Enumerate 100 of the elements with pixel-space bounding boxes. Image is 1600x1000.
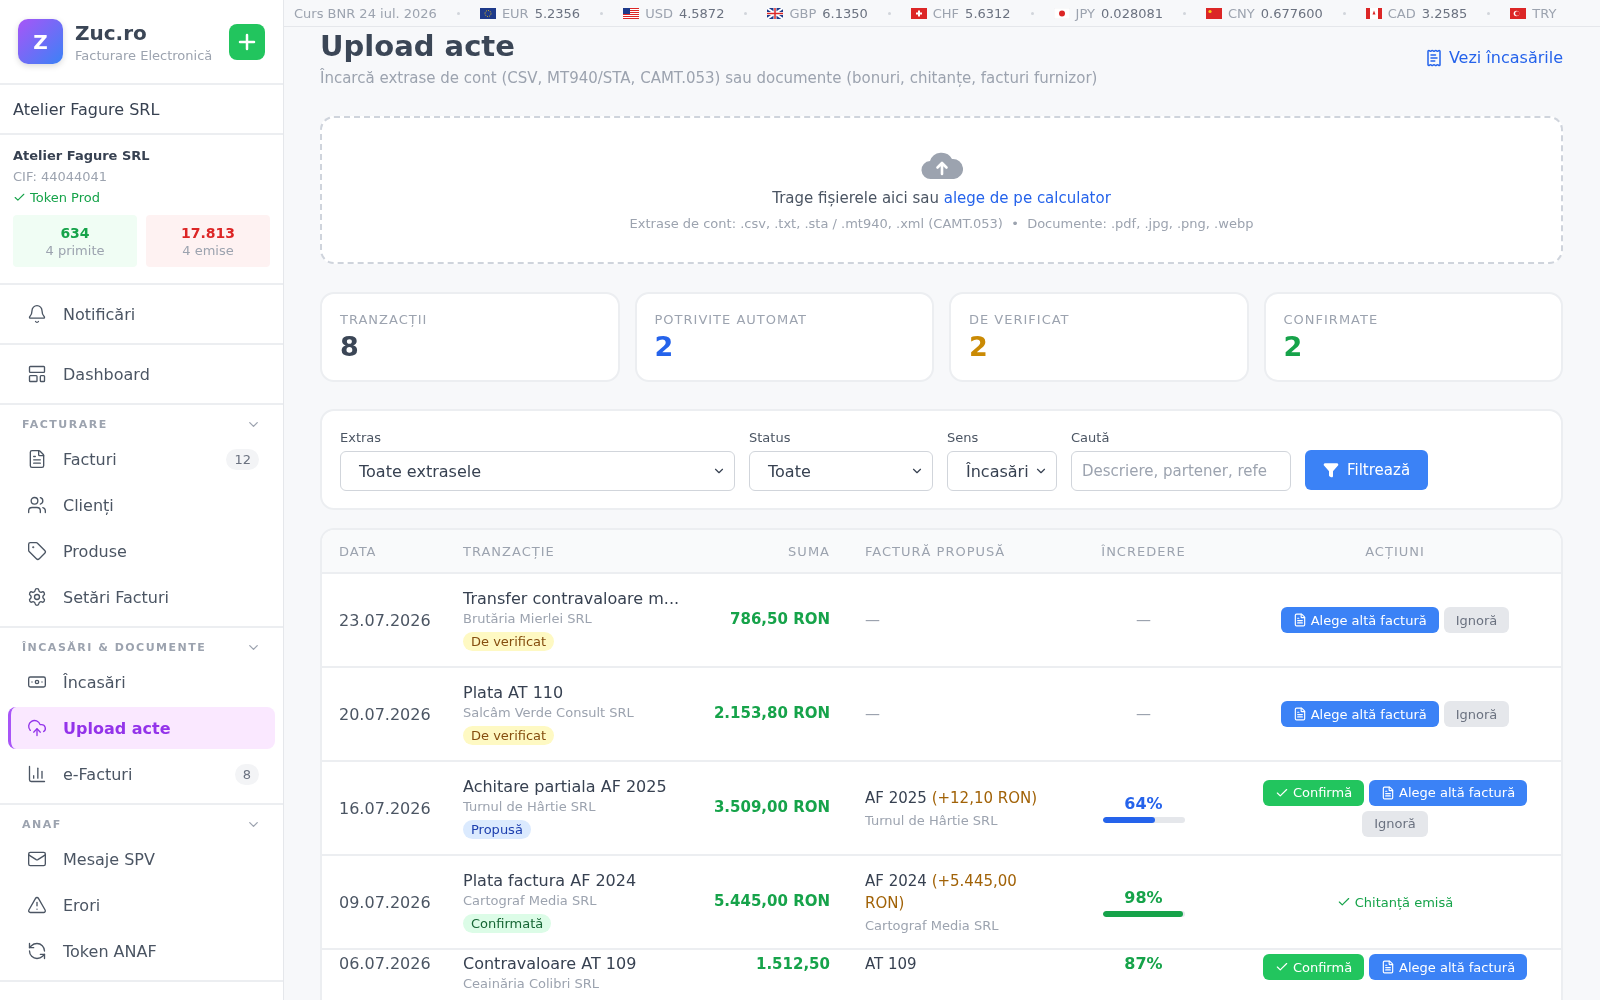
- exchange-rate: 5.6312: [965, 5, 1011, 21]
- select-field[interactable]: Toate extrasele: [340, 451, 735, 491]
- section-title: ANAF: [22, 818, 62, 831]
- confidence-value: 64%: [1124, 793, 1163, 813]
- stat-label: TRANZACȚII: [340, 312, 429, 327]
- check-icon: [13, 191, 26, 204]
- settings-icon: [27, 587, 47, 607]
- choose-invoice-button[interactable]: Alege altă factură: [1369, 779, 1528, 806]
- mail-icon: [27, 849, 47, 869]
- nav-item[interactable]: Facturi 12: [8, 438, 275, 480]
- empty-value: —: [865, 705, 881, 723]
- bar-chart-icon: [27, 764, 47, 784]
- invoice-partner: Cartograf Media SRL: [865, 917, 1000, 933]
- receipt-icon: [1424, 48, 1443, 67]
- flag-icon: [479, 7, 496, 19]
- flag-icon: [1053, 7, 1070, 19]
- stat-value: 2: [969, 331, 989, 362]
- choose-invoice-button[interactable]: Alege altă factură: [1280, 701, 1439, 727]
- choose-invoice-button[interactable]: Alege altă factură: [1280, 607, 1439, 633]
- nav-item[interactable]: Setări Facturi: [8, 576, 275, 618]
- status-badge: Propusă: [463, 820, 531, 839]
- ignore-button[interactable]: Ignoră: [1443, 607, 1510, 633]
- date-cell-text: 06.07.2026: [339, 954, 432, 973]
- dashboard-icon: [27, 364, 47, 384]
- refresh-icon: [27, 941, 47, 961]
- stat-value: 2: [1283, 331, 1304, 362]
- stat-label: CONFIRMATE: [1283, 312, 1380, 327]
- ignore-button[interactable]: Ignoră: [1362, 810, 1428, 837]
- section-title: ÎNCASĂRI & DOCUMENTE: [22, 641, 207, 654]
- currency-code: TRY: [1532, 5, 1557, 21]
- receipt-status: Chitanță emisă: [1354, 894, 1454, 910]
- document-icon: [1292, 613, 1307, 627]
- exchange-rate: 4.5872: [678, 5, 725, 21]
- status-badge: De verificat: [463, 726, 555, 745]
- flag-icon: [1365, 7, 1382, 19]
- browse-link[interactable]: alege de pe calculator: [943, 188, 1111, 207]
- flag-icon: [623, 7, 640, 19]
- filter-icon: [1323, 461, 1339, 478]
- app-logo: Z: [18, 19, 63, 64]
- received-value: 634: [60, 224, 90, 241]
- empty-value: —: [1136, 705, 1151, 723]
- currency-code: EUR: [501, 5, 529, 21]
- stat-value: 2: [654, 331, 675, 362]
- invoice-partner: Turnul de Hârtie SRL: [865, 812, 999, 828]
- empty-value: —: [865, 611, 881, 629]
- cloud-upload-icon: [27, 718, 47, 738]
- nav-item[interactable]: Erori: [8, 884, 275, 926]
- company-selector[interactable]: Atelier Fagure SRL: [0, 85, 283, 135]
- invoice-number: AF 2025 (+12,10 RON): [865, 788, 1039, 810]
- currency-code: USD: [645, 5, 673, 21]
- dropzone-instruction: Trage fișierele aici sau alege de pe calculator: [772, 188, 1111, 207]
- nav-item[interactable]: Mesaje SPV: [8, 838, 275, 880]
- search-field[interactable]: Descriere, partener, refe: [1071, 451, 1291, 491]
- nav-item[interactable]: Încasări: [8, 661, 275, 703]
- nav-item[interactable]: Clienți: [8, 484, 275, 526]
- field-label: Status: [749, 430, 792, 445]
- select-field[interactable]: Încasări: [947, 451, 1057, 491]
- nav-item[interactable]: Upload acte: [8, 707, 275, 749]
- transaction-partner: Cartograf Media SRL: [463, 893, 597, 908]
- company-name: Atelier Fagure SRL: [13, 148, 151, 163]
- brand-name: Zuc.ro: [75, 20, 148, 45]
- check-icon: [1336, 895, 1351, 909]
- invoice-number: AF 2024 (+5.445,00 RON): [865, 871, 1018, 914]
- tag-icon: [27, 541, 47, 561]
- transaction-title: Contravaloare AT 109: [463, 954, 637, 973]
- transaction-title: Plata AT 110: [463, 683, 564, 702]
- ignore-button[interactable]: Ignoră: [1443, 701, 1510, 727]
- amount-cell: 2.153,80 RON: [713, 703, 830, 725]
- date-cell-text: 20.07.2026: [339, 704, 432, 724]
- column-header: DATA: [339, 543, 378, 559]
- warning-icon: [27, 895, 47, 915]
- nav-item[interactable]: Notificări: [8, 293, 275, 335]
- transaction-partner: Salcâm Verde Consult SRL: [463, 705, 634, 720]
- nav-item[interactable]: Token ANAF: [8, 930, 275, 972]
- issued-label: 4 emise: [182, 242, 234, 258]
- transaction-title: Plata factura AF 2024: [463, 871, 637, 890]
- exchange-rate: 6.1350: [822, 5, 868, 21]
- receipts-link[interactable]: Vezi încasările: [1424, 48, 1563, 67]
- field-label: Sens: [947, 430, 980, 445]
- brand-tagline: Facturare Electronică: [75, 47, 214, 63]
- choose-invoice-button[interactable]: Alege altă factură: [1369, 954, 1528, 980]
- filter-button[interactable]: Filtrează: [1305, 449, 1429, 490]
- currency-code: CAD: [1387, 5, 1416, 21]
- page-title: Upload acte: [320, 29, 516, 63]
- date-cell-text: 09.07.2026: [339, 892, 432, 912]
- select-field[interactable]: Toate: [749, 451, 933, 491]
- nav-item[interactable]: e-Facturi 8: [8, 753, 275, 795]
- stat-label: DE VERIFICAT: [969, 312, 1071, 327]
- amount-cell-text: 786,50 RON: [729, 609, 830, 631]
- people-icon: [27, 495, 47, 515]
- column-header: FACTURĂ PROPUSĂ: [864, 543, 1007, 559]
- flag-icon: [1206, 7, 1222, 19]
- flag-icon: [767, 7, 784, 19]
- nav-item[interactable]: Produse: [8, 530, 275, 572]
- exchange-rate: 5.2356: [534, 5, 581, 21]
- dropzone[interactable]: Trage fișierele aici sau alege de pe calculator Extrase de cont: .csv, .txt, .sta / .mt940, .xml (CAMT.053) • Documente: .pdf, .jpg, .png, .webp: [320, 116, 1563, 264]
- nav-item[interactable]: Dashboard: [8, 353, 275, 395]
- currency-code: GBP: [789, 5, 817, 21]
- add-button[interactable]: [229, 23, 265, 60]
- exchange-rate: 0.677600: [1260, 5, 1323, 21]
